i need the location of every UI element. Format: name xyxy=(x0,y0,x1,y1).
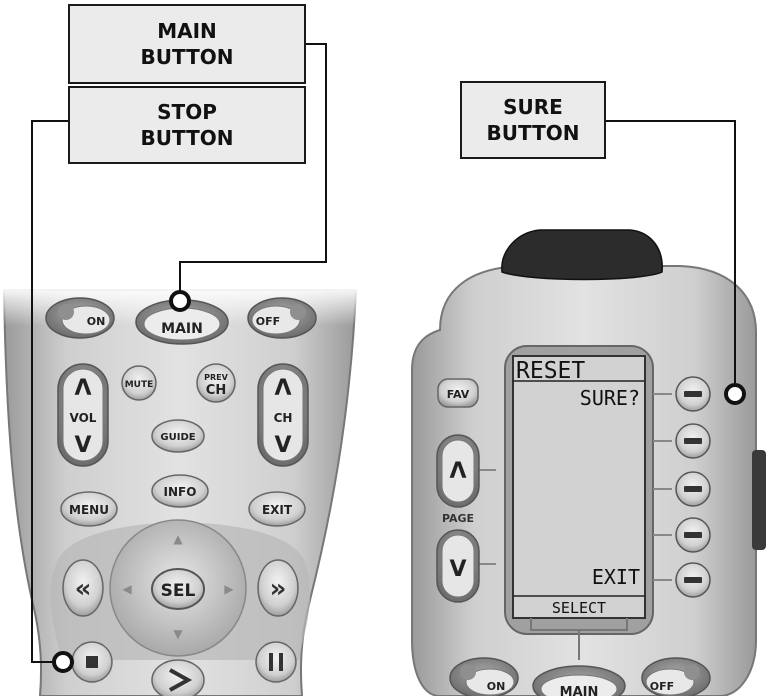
sel-button[interactable]: SEL xyxy=(151,568,205,610)
right-remote: FAV Λ PAGE V RESET SURE? EXIT SELECT ON … xyxy=(411,229,766,700)
soft-key-3[interactable] xyxy=(675,471,711,507)
menu-button[interactable]: MENU xyxy=(60,491,118,527)
fav-label: FAV xyxy=(447,388,470,401)
minus-icon xyxy=(684,486,702,492)
mute-label: MUTE xyxy=(125,380,154,390)
nav-up-icon: ▲ xyxy=(173,532,183,546)
mute-button[interactable]: MUTE xyxy=(121,365,157,401)
volume-up-icon: Λ xyxy=(74,376,91,401)
remote-top-cap xyxy=(501,229,663,281)
minus-icon xyxy=(684,577,702,583)
minus-icon xyxy=(684,438,702,444)
volume-rocker[interactable]: Λ VOL V xyxy=(57,363,109,467)
power-icon xyxy=(684,664,700,680)
right-on-label: ON xyxy=(487,680,506,693)
page-up-button[interactable]: Λ xyxy=(436,434,480,508)
channel-up-icon: Λ xyxy=(274,376,291,401)
off-button[interactable]: OFF xyxy=(247,297,317,339)
stop-button[interactable] xyxy=(71,641,113,683)
right-on-button[interactable]: ON xyxy=(449,657,519,699)
channel-rocker[interactable]: Λ CH V xyxy=(257,363,309,467)
diagram: ON MAIN OFF Λ VOL V Λ CH V MUTE PREV CH … xyxy=(0,0,771,700)
info-label: INFO xyxy=(164,485,197,499)
page-up-icon: Λ xyxy=(449,459,466,484)
exit-label: EXIT xyxy=(262,503,293,517)
screen-select: SELECT xyxy=(552,599,606,617)
power-icon xyxy=(460,664,476,680)
minus-icon xyxy=(684,532,702,538)
fast-forward-button[interactable]: » xyxy=(257,559,299,617)
fast-forward-icon: » xyxy=(270,574,287,604)
minus-icon xyxy=(684,391,702,397)
main-leader-dot xyxy=(169,290,191,312)
sel-label: SEL xyxy=(161,581,196,601)
play-button[interactable] xyxy=(151,659,205,700)
page-down-button[interactable]: V xyxy=(436,529,480,603)
channel-down-icon: V xyxy=(274,433,291,458)
page-down-icon: V xyxy=(449,557,466,582)
soft-key-5[interactable] xyxy=(675,562,711,598)
soft-key-4[interactable] xyxy=(675,517,711,553)
prev-label: PREV xyxy=(204,373,228,382)
screen-exit: EXIT xyxy=(592,565,640,589)
side-tab xyxy=(752,450,766,550)
screen-prompt: SURE? xyxy=(580,386,640,410)
sure-button-callout: SURE BUTTON xyxy=(460,81,606,159)
info-button[interactable]: INFO xyxy=(151,474,209,508)
screen-title: RESET xyxy=(516,358,585,384)
nav-down-icon: ▼ xyxy=(173,627,183,641)
pause-button[interactable] xyxy=(255,641,297,683)
main-label: MAIN xyxy=(161,321,203,337)
prev-ch-label: CH xyxy=(206,383,226,398)
stop-leader-dot xyxy=(52,651,74,673)
on-button[interactable]: ON xyxy=(45,297,115,339)
rewind-button[interactable]: « xyxy=(62,559,104,617)
on-label: ON xyxy=(87,315,106,328)
power-icon xyxy=(58,304,74,320)
ch-label: CH xyxy=(274,411,293,425)
guide-button[interactable]: GUIDE xyxy=(151,419,205,453)
soft-key-2[interactable] xyxy=(675,423,711,459)
nav-right-icon: ▶ xyxy=(224,582,234,596)
prev-ch-button[interactable]: PREV CH xyxy=(196,363,236,403)
sure-leader-dot xyxy=(724,383,746,405)
volume-down-icon: V xyxy=(74,433,91,458)
fav-button[interactable]: FAV xyxy=(437,378,479,408)
main-button-callout: MAIN BUTTON xyxy=(68,4,306,84)
soft-key-1[interactable] xyxy=(675,376,711,412)
right-off-label: OFF xyxy=(650,680,674,693)
pause-icon xyxy=(269,653,273,671)
stop-button-callout: STOP BUTTON xyxy=(68,86,306,164)
menu-label: MENU xyxy=(69,503,109,517)
off-label: OFF xyxy=(256,315,280,328)
page-label: PAGE xyxy=(442,512,474,525)
right-main-label: MAIN xyxy=(560,685,599,696)
nav-left-icon: ◀ xyxy=(122,582,132,596)
right-off-button[interactable]: OFF xyxy=(641,657,711,699)
stop-icon xyxy=(86,656,98,668)
left-remote: ON MAIN OFF Λ VOL V Λ CH V MUTE PREV CH … xyxy=(0,286,360,700)
rewind-icon: « xyxy=(75,574,92,604)
vol-label: VOL xyxy=(70,411,97,425)
power-icon xyxy=(290,304,306,320)
guide-label: GUIDE xyxy=(160,432,195,443)
exit-button[interactable]: EXIT xyxy=(248,491,306,527)
